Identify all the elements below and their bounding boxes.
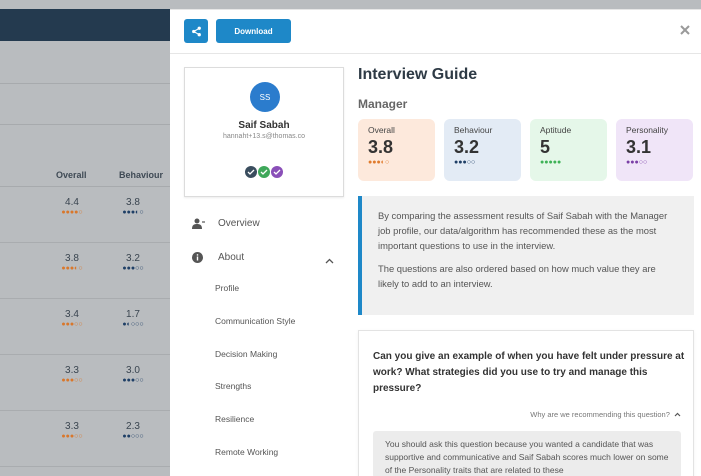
background-divider bbox=[0, 124, 170, 125]
question-explanation: You should ask this question because you… bbox=[373, 431, 681, 476]
table-row[interactable]: 3.8 ●●●◐○ 3.2 ●●●○○ bbox=[0, 243, 170, 299]
share-icon bbox=[191, 26, 201, 36]
score-dots: ●●●○○ bbox=[122, 377, 144, 384]
candidate-name: Saif Sabah bbox=[238, 120, 290, 131]
person-icon bbox=[192, 218, 206, 229]
score-label: Behaviour bbox=[454, 125, 493, 135]
badge-dark-icon bbox=[245, 166, 257, 178]
score-cell: 2.3 ●●○○○ bbox=[108, 421, 158, 441]
question-card: Can you give an example of when you have… bbox=[358, 330, 694, 476]
table-row[interactable]: 4.4 ●●●●○ 3.8 ●●●◐○ bbox=[0, 187, 170, 243]
candidate-email: hannaht+13.s@thomas.co bbox=[222, 133, 306, 140]
score-value: 3.4 bbox=[65, 309, 79, 320]
score-cell: 3.8 ●●●◐○ bbox=[47, 253, 97, 273]
score-cell: 3.0 ●●●○○ bbox=[108, 365, 158, 385]
chevron-up-icon bbox=[674, 412, 681, 417]
table-row[interactable]: 3.4 ●●●○○ 1.7 ●◐○○○ bbox=[0, 299, 170, 355]
interview-question: Can you give an example of when you have… bbox=[373, 351, 685, 394]
avatar: SS bbox=[250, 82, 280, 112]
recommendation-info-panel: By comparing the assessment results of S… bbox=[358, 196, 694, 315]
score-cell: 4.4 ●●●●○ bbox=[47, 197, 97, 217]
close-icon bbox=[680, 25, 690, 35]
info-icon bbox=[192, 251, 206, 263]
score-value: 3.8 bbox=[126, 197, 140, 208]
score-value: 3.1 bbox=[626, 137, 652, 157]
column-header-overall: Overall bbox=[56, 170, 87, 180]
score-cell: 3.3 ●●●○○ bbox=[47, 421, 97, 441]
score-label: Overall bbox=[368, 125, 395, 135]
score-dots: ●●●○○ bbox=[454, 159, 476, 166]
score-card-personality: Personality 3.1 ●●●○○ bbox=[616, 119, 693, 181]
score-cell: 3.2 ●●●○○ bbox=[108, 253, 158, 273]
score-dots: ●●●○○ bbox=[61, 433, 83, 440]
score-dots: ●●●◐○ bbox=[368, 159, 390, 166]
badge-green-icon bbox=[258, 166, 270, 178]
score-value: 5 bbox=[540, 137, 551, 157]
score-value: 3.2 bbox=[126, 253, 140, 264]
score-cell: 3.4 ●●●○○ bbox=[47, 309, 97, 329]
nav-about-label: About bbox=[218, 251, 245, 263]
nav-item-resilience[interactable]: Resilience bbox=[215, 414, 254, 424]
score-label: Aptitude bbox=[540, 125, 572, 135]
nav-item-strengths[interactable]: Strengths bbox=[215, 381, 251, 391]
share-button[interactable] bbox=[184, 19, 208, 43]
score-value: 2.3 bbox=[126, 421, 140, 432]
score-value: 3.3 bbox=[65, 421, 79, 432]
info-paragraph: By comparing the assessment results of S… bbox=[378, 210, 668, 251]
why-recommend-toggle[interactable]: Why are we recommending this question? bbox=[530, 410, 681, 419]
table-row[interactable]: 3.3 ●●●○○ 2.3 ●●○○○ bbox=[0, 411, 170, 467]
score-label: Personality bbox=[626, 125, 669, 135]
nav-item-decision-making[interactable]: Decision Making bbox=[215, 349, 277, 359]
interview-guide-drawer: Download SS Saif Sabah hannaht+13.s@thom… bbox=[170, 9, 701, 476]
chevron-up-icon[interactable] bbox=[325, 256, 334, 266]
score-card-behaviour: Behaviour 3.2 ●●●○○ bbox=[444, 119, 521, 181]
download-button[interactable]: Download bbox=[216, 19, 291, 43]
table-row[interactable]: 3.3 ●●●○○ 3.0 ●●●○○ bbox=[0, 355, 170, 411]
score-dots: ●●○○○ bbox=[122, 433, 144, 440]
page-title: Interview Guide bbox=[358, 66, 478, 83]
nav-overview[interactable]: Overview bbox=[184, 211, 344, 235]
why-recommend-label: Why are we recommending this question? bbox=[530, 410, 670, 419]
close-button[interactable] bbox=[675, 20, 695, 40]
score-value: 3.2 bbox=[454, 137, 480, 157]
job-role: Manager bbox=[358, 97, 408, 111]
nav-overview-label: Overview bbox=[218, 217, 260, 229]
score-value: 3.0 bbox=[126, 365, 140, 376]
background-header bbox=[0, 9, 170, 41]
drawer-toolbar: Download bbox=[170, 10, 701, 54]
assessment-badges bbox=[185, 166, 343, 178]
info-paragraph: The questions are also ordered based on … bbox=[378, 263, 656, 289]
candidate-card: SS Saif Sabah hannaht+13.s@thomas.co bbox=[184, 67, 344, 197]
background-divider bbox=[0, 83, 170, 84]
score-dots: ●●●◐○ bbox=[61, 265, 83, 272]
score-dots: ●●●○○ bbox=[61, 321, 83, 328]
score-value: 4.4 bbox=[65, 197, 79, 208]
column-header-behaviour: Behaviour bbox=[119, 170, 164, 180]
score-dots: ●●●○○ bbox=[626, 159, 648, 166]
score-cell: 1.7 ●◐○○○ bbox=[108, 309, 158, 329]
nav-about[interactable]: About bbox=[184, 245, 344, 269]
score-value: 3.8 bbox=[65, 253, 79, 264]
score-value: 3.3 bbox=[65, 365, 79, 376]
score-cell: 3.3 ●●●○○ bbox=[47, 365, 97, 385]
score-value: 1.7 bbox=[126, 309, 140, 320]
score-dots: ●●●●● bbox=[540, 159, 562, 166]
nav-item-remote-working[interactable]: Remote Working bbox=[215, 447, 278, 457]
badge-purple-icon bbox=[271, 166, 283, 178]
score-dots: ●●●●○ bbox=[61, 209, 83, 216]
score-card-overall: Overall 3.8 ●●●◐○ bbox=[358, 119, 435, 181]
score-card-aptitude: Aptitude 5 ●●●●● bbox=[530, 119, 607, 181]
score-dots: ●◐○○○ bbox=[122, 321, 144, 328]
score-dots: ●●●○○ bbox=[61, 377, 83, 384]
nav-item-communication-style[interactable]: Communication Style bbox=[215, 316, 295, 326]
nav-item-profile[interactable]: Profile bbox=[215, 283, 239, 293]
score-dots: ●●●○○ bbox=[122, 265, 144, 272]
score-dots: ●●●◐○ bbox=[122, 209, 144, 216]
score-cell: 3.8 ●●●◐○ bbox=[108, 197, 158, 217]
score-value: 3.8 bbox=[368, 137, 394, 157]
